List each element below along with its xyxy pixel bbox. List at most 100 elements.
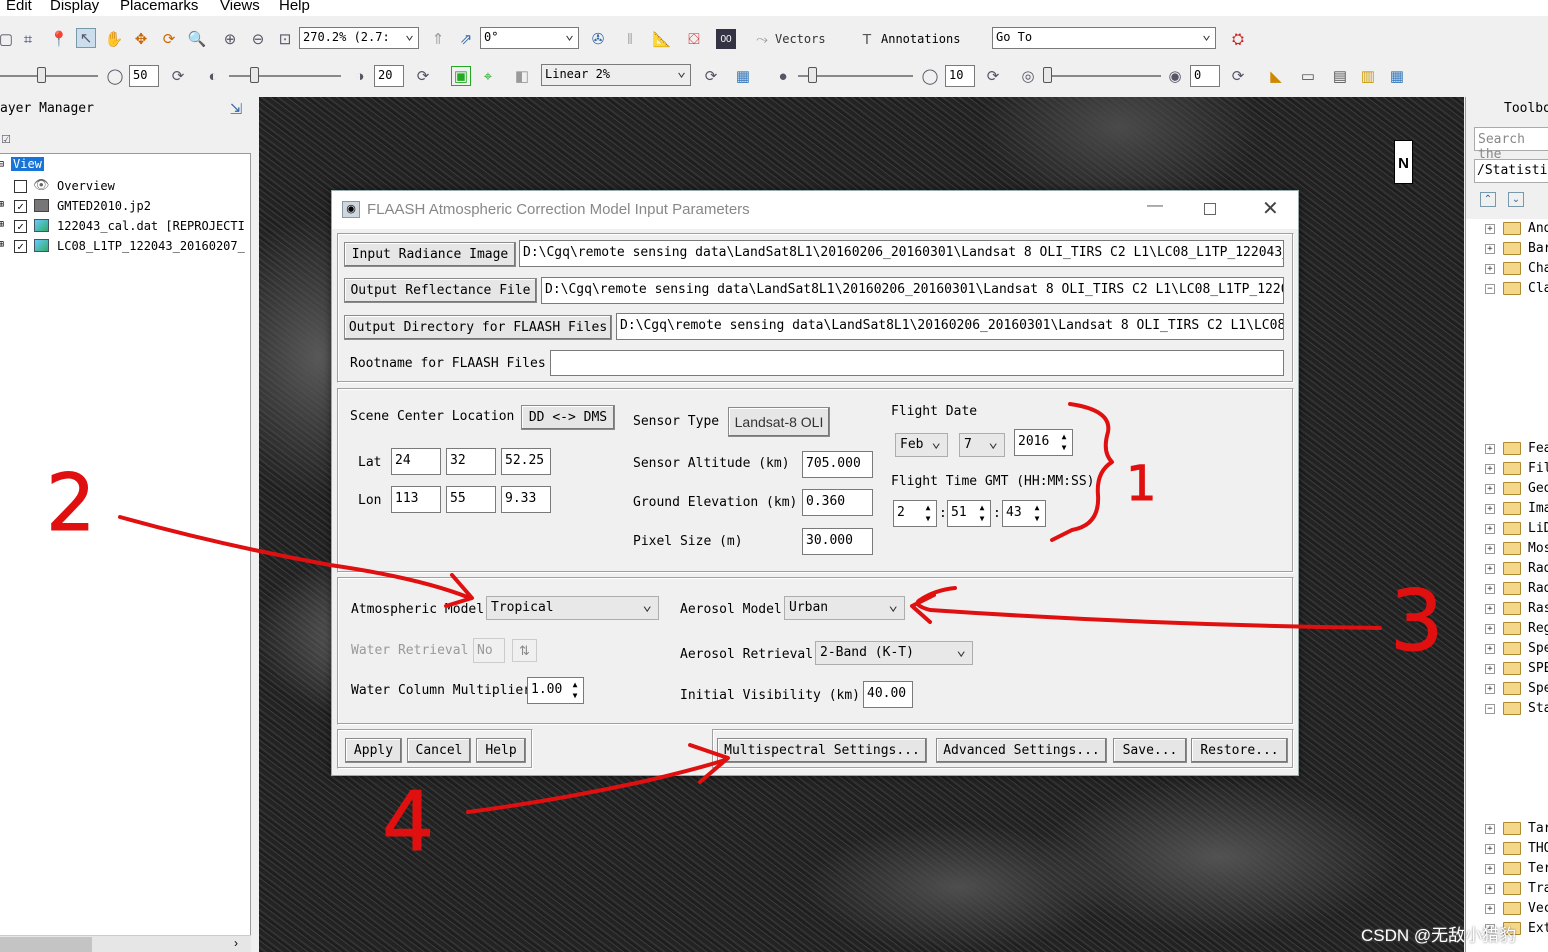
zoom-level-dropdown[interactable]: 270.2% (2.7: (299, 27, 419, 49)
lat-deg-input[interactable]: 24 (391, 448, 441, 475)
toolbox-folder[interactable]: + Rad (1466, 579, 1548, 599)
toolbox-folder[interactable]: + Rad (1466, 559, 1548, 579)
lat-min-input[interactable]: 32 (446, 448, 496, 475)
multispectral-settings-button[interactable]: Multispectral Settings... (717, 738, 927, 763)
rootname-input[interactable] (550, 350, 1284, 376)
toolbox-folder[interactable]: + Tra (1466, 879, 1548, 899)
collapse-up-icon[interactable]: ⌃ (1480, 192, 1496, 207)
water-multiplier-spinner[interactable]: 1.00 ▲ ▼ (527, 677, 584, 704)
aerosol-retrieval-select[interactable]: 2-Band (K-T) (815, 640, 973, 665)
toolbox-folder[interactable]: + Fil (1466, 459, 1548, 479)
measure-icon[interactable]: 📐 (652, 29, 672, 49)
expand-icon[interactable]: ⊞ (0, 219, 4, 230)
roi-icon[interactable]: ⛋ (684, 29, 704, 49)
spinner-arrows-icon[interactable]: ▲ ▼ (1031, 502, 1043, 526)
toolbox-folder[interactable]: + Vec (1466, 899, 1548, 919)
expand-down-icon[interactable]: ⌄ (1508, 192, 1524, 207)
stretch-dropdown[interactable]: Linear 2% (541, 64, 691, 86)
stretch-icon[interactable]: ▣ (451, 66, 471, 86)
goto-field[interactable]: Go To (992, 27, 1216, 49)
toolbox-folder[interactable]: + THO (1466, 839, 1548, 859)
spinner-arrows-icon[interactable]: ▲ ▼ (569, 679, 581, 703)
layer-item[interactable]: ⊞ ✓ 122043_cal.dat [REPROJECTI (0, 216, 251, 236)
portal-icon[interactable]: ◣ (1266, 66, 1286, 86)
maximize-icon[interactable] (1204, 203, 1216, 215)
dock-icon[interactable]: ⇲ (226, 99, 246, 119)
expand-icon[interactable]: + (1485, 884, 1495, 894)
view-link-icon[interactable]: ▥ (1358, 66, 1378, 86)
output-directory-button[interactable]: Output Directory for FLAASH Files (344, 315, 612, 340)
reset-brightness-icon[interactable]: ⟳ (168, 66, 188, 86)
advanced-settings-button[interactable]: Advanced Settings... (936, 738, 1107, 763)
layer-item[interactable]: ⊞ ✓ GMTED2010.jp2 (0, 196, 251, 216)
reset-contrast-icon[interactable]: ⟳ (413, 66, 433, 86)
expand-icon[interactable]: + (1485, 504, 1495, 514)
expand-icon[interactable]: + (1485, 224, 1495, 234)
expand-icon[interactable]: + (1485, 664, 1495, 674)
close-icon[interactable]: ✕ (1262, 196, 1279, 221)
layer-checkbox[interactable] (14, 180, 27, 193)
flight-year-spinner[interactable]: 2016 ▲ ▼ (1014, 429, 1073, 456)
layer-checkbox[interactable]: ✓ (14, 240, 27, 253)
input-radiance-path[interactable]: D:\Cgq\remote sensing data\LandSat8L1\20… (519, 240, 1284, 267)
lon-min-input[interactable]: 55 (446, 486, 496, 513)
expand-icon[interactable]: + (1485, 444, 1495, 454)
contrast-input[interactable]: 20 (374, 65, 404, 87)
reset-transparency-icon[interactable]: ⟳ (1228, 66, 1248, 86)
help-button[interactable]: Help (476, 738, 526, 763)
view-single-icon[interactable]: ▭ (1298, 66, 1318, 86)
flight-minute-spinner[interactable]: 51 ▲ ▼ (947, 500, 991, 527)
menu-help[interactable]: Help (279, 0, 310, 14)
output-reflectance-path[interactable]: D:\Cgq\remote sensing data\LandSat8L1\20… (541, 277, 1284, 304)
toolbox-folder[interactable]: + Ima (1466, 499, 1548, 519)
pixel-locator-icon[interactable]: 00 (716, 29, 736, 49)
toolbox-folder[interactable]: + And (1466, 219, 1548, 239)
scroll-right-icon[interactable]: › (234, 936, 238, 950)
toolbox-folder[interactable]: + Geo (1466, 479, 1548, 499)
toolbox-folder[interactable]: + Tar (1466, 819, 1548, 839)
reset-sharpen-icon[interactable]: ⟳ (983, 66, 1003, 86)
expand-icon[interactable]: + (1485, 604, 1495, 614)
toolbox-folder[interactable]: + Ras (1466, 599, 1548, 619)
save-button[interactable]: Save... (1113, 738, 1187, 763)
profile-icon[interactable]: ‖ (620, 29, 640, 49)
lon-deg-input[interactable]: 113 (391, 486, 441, 513)
sharpen-input[interactable]: 10 (945, 65, 975, 87)
minimize-icon[interactable]: — (1147, 197, 1163, 215)
annotations-icon[interactable]: T (857, 29, 877, 49)
apply-button[interactable]: Apply (345, 738, 402, 763)
stretch-custom-icon[interactable]: ◧ (512, 66, 532, 86)
brightness-input[interactable]: 50 (129, 65, 159, 87)
toolbox-folder[interactable]: + Cha (1466, 259, 1548, 279)
sensor-type-button[interactable]: Landsat-8 OLI (728, 407, 830, 437)
zoom-out-icon[interactable]: ⊖ (248, 29, 268, 49)
toolbox-search[interactable]: Search the (1474, 127, 1548, 162)
toolbox-folder[interactable]: + Fea (1466, 439, 1548, 459)
toolbox-folder[interactable]: + Spe (1466, 639, 1548, 659)
expand-icon[interactable]: + (1485, 564, 1495, 574)
toolbox-folder[interactable]: + Reg (1466, 619, 1548, 639)
expand-icon[interactable]: + (1485, 864, 1495, 874)
fly-icon[interactable]: ✥ (131, 29, 151, 49)
transparency-input[interactable]: 0 (1190, 65, 1220, 87)
output-reflectance-button[interactable]: Output Reflectance File (344, 278, 537, 303)
pan-hand-icon[interactable]: ✋ (104, 29, 124, 49)
crop-icon[interactable]: ⌗ (18, 29, 38, 49)
expand-icon[interactable]: + (1485, 264, 1495, 274)
spinner-arrows-icon[interactable]: ▲ ▼ (976, 502, 988, 526)
input-radiance-button[interactable]: Input Radiance Image (344, 242, 516, 267)
flight-month-select[interactable]: Feb (895, 432, 948, 457)
expand-icon[interactable]: + (1485, 584, 1495, 594)
initial-visibility-input[interactable]: 40.00 (863, 681, 913, 708)
rotate-up-icon[interactable]: ⇗ (456, 29, 476, 49)
restore-button[interactable]: Restore... (1191, 738, 1288, 763)
toolbox-path[interactable]: /Statistic (1474, 159, 1548, 183)
contrast-slider-knob[interactable] (250, 67, 259, 83)
expand-icon[interactable]: + (1485, 464, 1495, 474)
scrollbar-thumb[interactable] (0, 937, 92, 952)
expand-icon[interactable]: + (1485, 244, 1495, 254)
layer-item[interactable]: ⊞ ✓ LC08_L1TP_122043_20160207_ (0, 236, 251, 256)
select-arrow-icon[interactable]: ↖ (76, 28, 96, 48)
expand-icon[interactable]: + (1485, 844, 1495, 854)
expand-icon[interactable]: + (1485, 484, 1495, 494)
